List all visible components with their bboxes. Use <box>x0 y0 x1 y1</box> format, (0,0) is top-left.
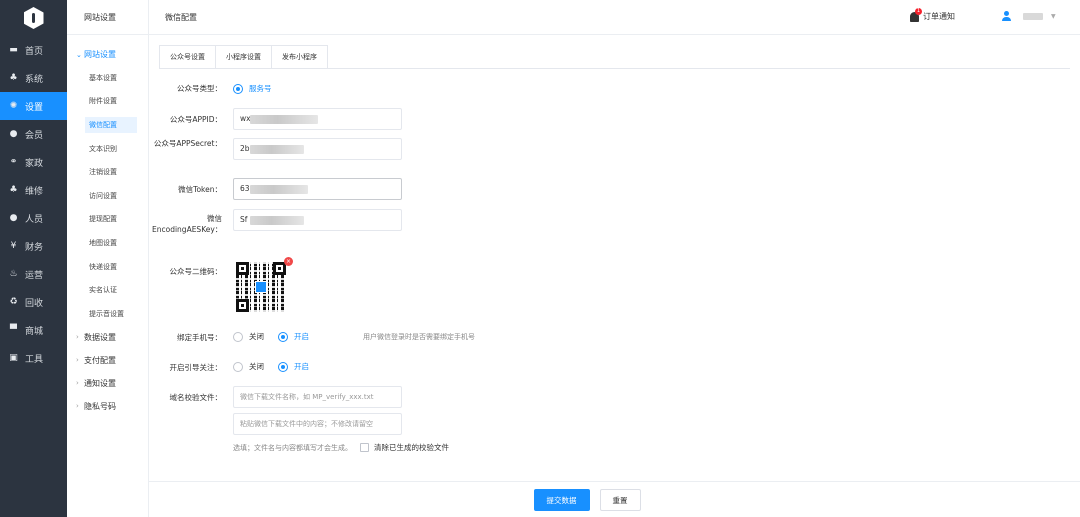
monitor-icon: ▬ <box>9 45 18 55</box>
order-notice[interactable]: 1 订单通知 <box>910 7 955 22</box>
chevron-down-icon: ⌄ <box>76 50 82 59</box>
bind-phone-on-radio[interactable]: 开启 <box>278 331 309 342</box>
bind-phone-hint: 用户微信登录时是否需要绑定手机号 <box>363 332 475 341</box>
chevron-down-icon: ▼ <box>1051 12 1056 20</box>
user-menu[interactable]: ▼ <box>1002 11 1056 21</box>
radio-icon <box>233 331 243 342</box>
nav-item-2[interactable]: ✺ 设置 <box>0 92 67 120</box>
qr-label: 公众号二维码： <box>169 267 223 276</box>
subnav-item-7[interactable]: 地图设置 <box>67 231 148 255</box>
main-content: 公众号设置 小程序设置 发布小程序 公众号类型： 服务号 公众号APPID： wx … <box>149 35 1080 517</box>
chevron-right-icon: › <box>76 333 79 342</box>
top-bar: 微信配置 1 订单通知 ▼ <box>149 0 1080 35</box>
follow-on-radio[interactable]: 开启 <box>278 361 309 372</box>
follow-off-radio[interactable]: 关闭 <box>233 361 264 372</box>
user-name-redacted <box>1023 12 1043 20</box>
follow-label: 开启引导关注： <box>169 363 223 372</box>
radio-icon <box>233 361 243 372</box>
type-label: 公众号类型： <box>177 84 222 93</box>
domain-content-input[interactable]: 粘贴微信下载文件中的内容；不修改请留空 <box>233 413 402 435</box>
subnav-item-2[interactable]: 微信配置 <box>67 113 148 137</box>
domain-hint: 选填；文件名与内容都填写才会生成。 <box>233 443 352 452</box>
subnav-item-6[interactable]: 提现配置 <box>67 208 148 232</box>
radio-icon <box>233 83 243 94</box>
nav-item-1[interactable]: ♣ 系统 <box>0 64 67 92</box>
subnav-group-0[interactable]: › 数据设置 <box>67 326 148 349</box>
subnav-group-2[interactable]: › 通知设置 <box>67 372 148 395</box>
aeskey-label: 微信EncodingAESKey： <box>152 214 223 234</box>
nav-item-6[interactable]: ● 人员 <box>0 204 67 232</box>
qr-code-image: × <box>236 257 293 312</box>
aeskey-input[interactable]: Sf <box>233 209 402 231</box>
nav-item-9[interactable]: ♻ 回收 <box>0 288 67 316</box>
secret-input[interactable]: 2b <box>233 138 402 160</box>
nav-item-8[interactable]: ♨ 运营 <box>0 260 67 288</box>
nav-item-11[interactable]: ▣ 工具 <box>0 344 67 372</box>
yen-icon: ¥ <box>10 241 17 251</box>
nav-item-4[interactable]: ⚭ 家政 <box>0 148 67 176</box>
recycle-icon: ♻ <box>9 297 18 307</box>
user-icon: ● <box>9 129 18 139</box>
domain-label: 域名校验文件： <box>169 393 223 402</box>
logo <box>0 0 67 36</box>
bell-icon: 1 <box>910 7 922 22</box>
token-input[interactable]: 63 <box>233 178 402 200</box>
sub-nav: 网站设置 ⌄ 网站设置 基本设置 附件设置 微信配置 文本识别 注销设置 访问设置 提现配置… <box>67 0 149 517</box>
bind-phone-label: 绑定手机号： <box>177 333 222 342</box>
bind-phone-off-radio[interactable]: 关闭 <box>233 331 264 342</box>
subnav-item-0[interactable]: 基本设置 <box>67 66 148 90</box>
chevron-right-icon: › <box>76 402 79 411</box>
nav-item-10[interactable]: ▀ 商城 <box>0 316 67 344</box>
subnav-group-website[interactable]: ⌄ 网站设置 <box>67 43 148 66</box>
user-icon <box>1002 11 1011 21</box>
tab-0[interactable]: 公众号设置 <box>159 45 216 68</box>
appid-input[interactable]: wx <box>233 108 402 130</box>
chevron-right-icon: › <box>76 356 79 365</box>
reset-button[interactable]: 重置 <box>599 488 641 511</box>
main-nav: ▬ 首页 ♣ 系统 ✺ 设置 ● 会员 ⚭ 家政 ♣ 维修 ● 人员 ¥ 财务 ♨ 运营 ♻ 回收 ▀ 商城 ▣ 工具 <box>0 0 67 517</box>
subnav-header: 网站设置 <box>67 0 148 35</box>
briefcase-icon: ▣ <box>9 353 18 363</box>
notice-badge: 1 <box>915 7 922 15</box>
link-icon: ⚭ <box>9 157 18 167</box>
tab-1[interactable]: 小程序设置 <box>215 45 272 68</box>
sitemap-icon: ♣ <box>9 73 18 83</box>
subnav-group-1[interactable]: › 支付配置 <box>67 349 148 372</box>
appid-label: 公众号APPID： <box>169 115 222 124</box>
subnav-group-3[interactable]: › 隐私号码 <box>67 395 148 418</box>
subnav-item-4[interactable]: 注销设置 <box>67 160 148 184</box>
chevron-right-icon: › <box>76 379 79 388</box>
submit-button[interactable]: 提交数据 <box>533 488 590 511</box>
nav-item-0[interactable]: ▬ 首页 <box>0 36 67 64</box>
nav-item-3[interactable]: ● 会员 <box>0 120 67 148</box>
page-title: 微信配置 <box>165 13 197 22</box>
subnav-item-10[interactable]: 提示音设置 <box>67 302 148 326</box>
tab-2[interactable]: 发布小程序 <box>271 45 328 68</box>
subnav-item-5[interactable]: 访问设置 <box>67 184 148 208</box>
clear-verify-file-checkbox[interactable]: 清除已生成的校验文件 <box>360 442 449 453</box>
radio-icon <box>278 361 288 372</box>
token-label: 微信Token： <box>178 185 222 194</box>
domain-filename-input[interactable]: 微信下载文件名称，如 MP_verify_xxx.txt <box>233 386 402 408</box>
nav-item-7[interactable]: ¥ 财务 <box>0 232 67 260</box>
qr-logo <box>255 281 267 293</box>
checkbox-icon <box>360 443 369 452</box>
radio-icon <box>278 331 288 342</box>
secret-label: 公众号APPSecret： <box>153 139 222 148</box>
gear-icon: ✺ <box>9 101 18 111</box>
close-icon[interactable]: × <box>284 257 293 266</box>
fire-icon: ♨ <box>9 269 18 279</box>
store-icon: ▀ <box>10 325 17 335</box>
nav-item-5[interactable]: ♣ 维修 <box>0 176 67 204</box>
subnav-item-1[interactable]: 附件设置 <box>67 90 148 114</box>
form-footer: 提交数据 重置 <box>149 481 1080 517</box>
subnav-item-8[interactable]: 快递设置 <box>67 255 148 279</box>
subnav-item-9[interactable]: 实名认证 <box>67 278 148 302</box>
sitemap-icon: ♣ <box>9 185 18 195</box>
tab-bar: 公众号设置 小程序设置 发布小程序 <box>159 45 328 68</box>
subnav-item-3[interactable]: 文本识别 <box>67 137 148 161</box>
type-radio-service[interactable]: 服务号 <box>233 83 272 94</box>
user-icon: ● <box>9 213 18 223</box>
